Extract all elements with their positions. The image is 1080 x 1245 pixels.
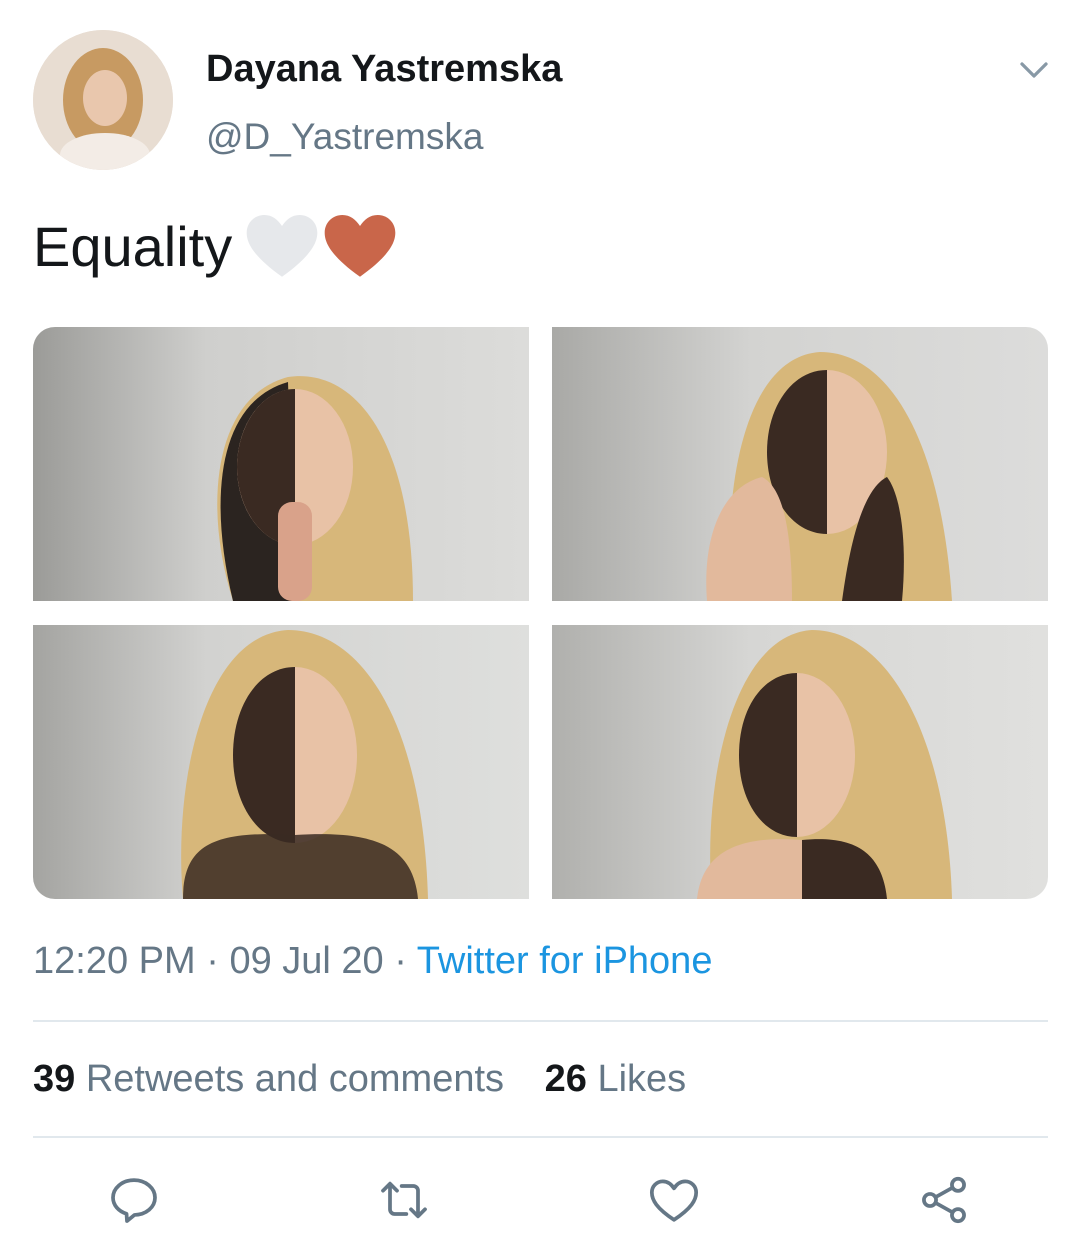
tweet-date: 09 Jul 20 [229, 940, 384, 982]
photo-4[interactable] [552, 625, 1048, 899]
likes-label: Likes [597, 1058, 687, 1100]
photo-grid [33, 327, 1048, 899]
tweet-time: 12:20 PM [33, 940, 196, 982]
retweets-label: Retweets and comments [85, 1058, 505, 1100]
divider [33, 1020, 1048, 1022]
divider [33, 1136, 1048, 1138]
white-heart-icon [246, 214, 318, 277]
retweets-stat[interactable]: 39 Retweets and comments [33, 1058, 504, 1100]
reply-icon[interactable] [106, 1172, 162, 1228]
chevron-down-icon[interactable] [1016, 52, 1052, 88]
tweet-text: Equality [33, 214, 396, 279]
tweet-body: Equality [33, 215, 233, 278]
tweet-meta: 12:20 PM · 09 Jul 20 · Twitter for iPhon… [33, 940, 712, 983]
brown-heart-icon [324, 214, 396, 277]
tweet-source-link[interactable]: Twitter for iPhone [417, 940, 713, 982]
likes-stat[interactable]: 26 Likes [545, 1058, 687, 1100]
meta-separator: · [195, 940, 230, 982]
retweet-icon[interactable] [376, 1172, 432, 1228]
photo-2[interactable] [552, 327, 1048, 601]
likes-count: 26 [544, 1058, 587, 1100]
photo-3[interactable] [33, 625, 529, 899]
like-icon[interactable] [646, 1172, 702, 1228]
tweet-stats: 39 Retweets and comments 26 Likes [33, 1058, 686, 1101]
share-icon[interactable] [916, 1172, 972, 1228]
photo-1[interactable] [33, 327, 529, 601]
retweets-count: 39 [33, 1058, 76, 1100]
display-name[interactable]: Dayana Yastremska [206, 48, 562, 91]
meta-separator: · [383, 940, 417, 982]
avatar[interactable] [33, 30, 173, 170]
user-handle[interactable]: @D_Yastremska [206, 116, 483, 158]
